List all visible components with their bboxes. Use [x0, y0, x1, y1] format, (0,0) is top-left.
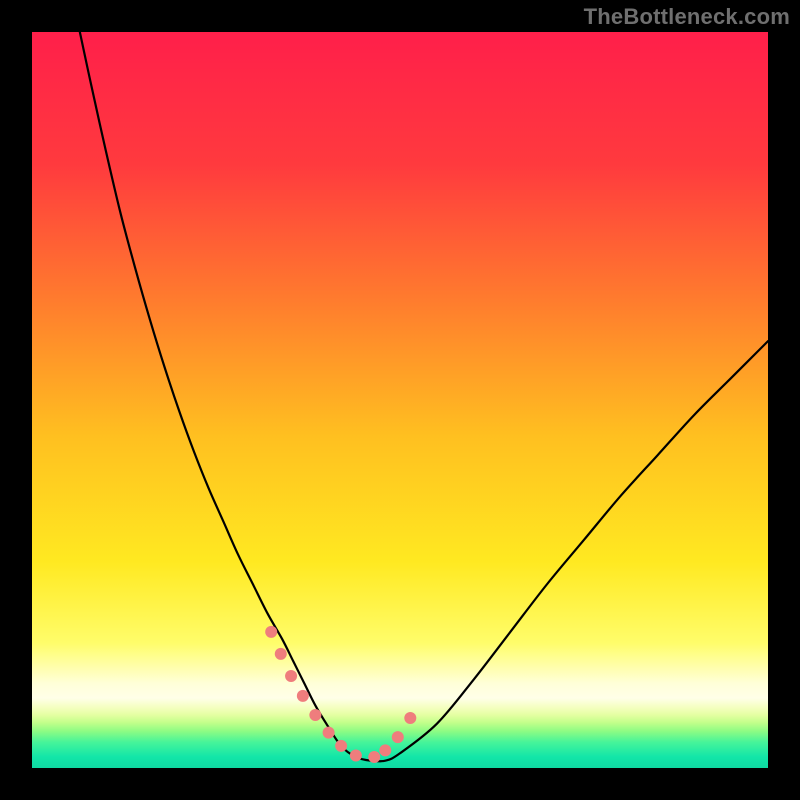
chart-frame — [32, 32, 768, 768]
watermark-text: TheBottleneck.com — [584, 4, 790, 30]
bottleneck-curve — [80, 32, 768, 761]
valley-marker — [297, 690, 309, 702]
valley-marker — [368, 751, 380, 763]
valley-marker — [404, 712, 416, 724]
valley-marker — [379, 744, 391, 756]
valley-marker — [335, 740, 347, 752]
valley-markers — [265, 626, 416, 763]
chart-svg — [32, 32, 768, 768]
valley-marker — [392, 731, 404, 743]
valley-marker — [323, 727, 335, 739]
valley-marker — [285, 670, 297, 682]
valley-marker — [265, 626, 277, 638]
valley-marker — [309, 709, 321, 721]
valley-marker — [350, 749, 362, 761]
valley-marker — [275, 648, 287, 660]
